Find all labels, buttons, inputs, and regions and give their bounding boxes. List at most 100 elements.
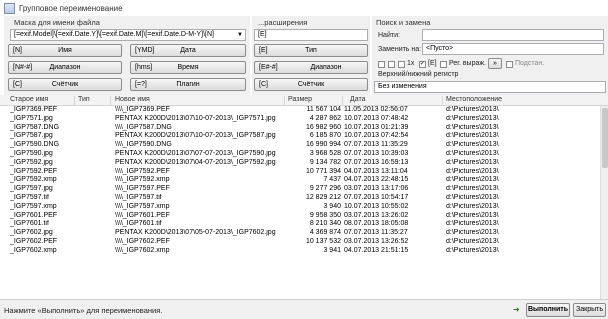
table-row[interactable]: _IGP7597.tif \\\\_IGP7597.tif 12 829 212 07… xyxy=(0,194,600,203)
column-divider[interactable] xyxy=(74,96,75,105)
old-name-cell: _IGP7592.xmp xyxy=(10,176,57,184)
once-label: 1x xyxy=(407,60,415,67)
run-button[interactable]: Выполнить xyxy=(526,303,570,317)
date-cell: 07.07.2013 10:54:17 xyxy=(344,193,409,201)
date-cell: 11.05.2013 02:56:07 xyxy=(344,106,408,113)
extension-panel: ...расширения [E] [E] Тип [E#-#] Диапазон … xyxy=(252,16,370,96)
counter-button[interactable]: [C] Счётчик xyxy=(8,78,122,91)
ext-checkbox[interactable]: ✓ xyxy=(419,61,426,68)
extension-panel-title: ...расширения xyxy=(258,18,308,27)
size-cell: 4 369 874 xyxy=(309,229,341,237)
new-name-cell: \\\\_IGP7597.xmp xyxy=(115,202,170,210)
ext-range-button[interactable]: [E#-#] Диапазон xyxy=(254,61,368,74)
date-button[interactable]: [YMD] Дата xyxy=(130,44,246,57)
size-cell: 9 958 350 xyxy=(309,211,341,219)
location-cell: d:\Pictures\2013\ xyxy=(446,167,499,175)
new-name-cell: \\\\_IGP7369.PEF xyxy=(115,106,170,113)
extension-input[interactable]: [E] xyxy=(254,29,368,41)
old-name-cell: _IGP7590.DNG xyxy=(10,141,60,149)
replace-option-checkbox-1[interactable] xyxy=(378,61,385,68)
size-cell: 8 210 340 xyxy=(309,220,341,228)
table-row[interactable]: _IGP7592.jpg PENTAX K200D\2013\07\04-07-2… xyxy=(0,159,600,168)
mask-input[interactable]: [=exif.Model]\[=exif.Date.Y]\[=exif.Date… xyxy=(10,29,246,41)
replace-input[interactable]: <Пусто> xyxy=(422,43,604,55)
date-cell: 10.07.2013 01:21:39 xyxy=(344,123,409,131)
date-cell: 07.07.2013 11:35:27 xyxy=(344,229,408,237)
column-divider[interactable] xyxy=(442,96,443,105)
size-cell: 11 567 104 xyxy=(306,106,341,113)
scrollbar-thumb[interactable] xyxy=(602,108,608,168)
table-row[interactable]: _IGP7369.PEF \\\\_IGP7369.PEF 11 567 104 11… xyxy=(0,106,600,115)
size-cell: 6 185 870 xyxy=(309,132,341,140)
new-name-cell: \\\\_IGP7601.PEF xyxy=(115,211,170,219)
table-row[interactable]: _IGP7587.jpg PENTAX K200D\2013\07\10-07-2… xyxy=(0,132,600,141)
regex-helper-button[interactable]: » xyxy=(488,58,502,69)
table-row[interactable]: _IGP7597.jpg \\\\_IGP7597.PEF 9 277 296 03.… xyxy=(0,185,600,194)
name-button[interactable]: [N] Имя xyxy=(8,44,122,57)
vertical-scrollbar[interactable] xyxy=(600,106,608,299)
date-cell: 04.07.2013 21:51:15 xyxy=(344,246,409,254)
old-name-cell: _IGP7592.PEF xyxy=(10,167,58,175)
table-row[interactable]: _IGP7590.DNG \\\\_IGP7590.DNG 16 990 994 07… xyxy=(0,141,600,150)
new-name-cell: \\\\_IGP7597.PEF xyxy=(115,185,170,193)
table-row[interactable]: _IGP7592.xmp \\\\_IGP7592.xmp 7 437 04.07.2… xyxy=(0,176,600,185)
column-divider[interactable] xyxy=(342,96,343,105)
find-input[interactable] xyxy=(422,29,604,41)
table-row[interactable]: _IGP7601.PEF \\\\_IGP7601.PEF 9 958 350 03.… xyxy=(0,212,600,221)
run-arrow-icon: ➜ xyxy=(513,305,520,314)
date-cell: 03.07.2013 13:26:52 xyxy=(344,237,409,245)
case-select[interactable]: Без изменения xyxy=(374,81,606,93)
size-cell: 12 829 212 xyxy=(305,193,341,201)
chevron-down-icon[interactable]: ▼ xyxy=(237,30,243,40)
column-header-size[interactable]: Размер xyxy=(288,96,312,103)
location-cell: d:\Pictures\2013\ xyxy=(446,106,499,113)
old-name-cell: _IGP7597.xmp xyxy=(10,202,57,210)
type-button[interactable]: [E] Тип xyxy=(254,44,368,57)
table-row[interactable]: _IGP7602.xmp \\\\_IGP7602.xmp 3 941 04.07.2… xyxy=(0,247,600,256)
regex-checkbox[interactable] xyxy=(440,61,447,68)
plugin-button[interactable]: [=?] Плагин xyxy=(130,78,246,91)
table-row[interactable]: _IGP7571.jpg PENTAX K200D\2013\07\10-07-2… xyxy=(0,115,600,124)
column-divider[interactable] xyxy=(110,96,111,105)
table-row[interactable]: _IGP7601.tif \\\\_IGP7601.tif 8 210 340 08.… xyxy=(0,220,600,229)
old-name-cell: _IGP7592.jpg xyxy=(10,158,53,166)
column-header-old-name[interactable]: Старое имя xyxy=(10,96,48,103)
new-name-cell: PENTAX K200D\2013\07\07-07-2013\_IGP7590… xyxy=(115,149,276,157)
column-header-type[interactable]: Тип xyxy=(78,96,90,103)
once-checkbox[interactable] xyxy=(398,61,405,68)
replace-option-checkbox-2[interactable] xyxy=(388,61,395,68)
new-name-cell: PENTAX K200D\2013\07\10-07-2013\_IGP7587… xyxy=(115,132,276,140)
close-button[interactable]: Закрыть xyxy=(573,303,606,317)
column-header-location[interactable]: Местоположение xyxy=(446,96,502,103)
file-list-header: Старое имя Тип Новое имя Размер Дата Мес… xyxy=(0,95,608,106)
new-name-cell: \\\\_IGP7601.tif xyxy=(115,220,162,228)
old-name-cell: _IGP7369.PEF xyxy=(10,106,58,113)
name-range-button[interactable]: [N#-#] Диапазон xyxy=(8,61,122,74)
size-cell: 9 277 296 xyxy=(309,185,341,193)
find-label: Найти: xyxy=(378,32,400,39)
location-cell: d:\Pictures\2013\ xyxy=(446,193,499,201)
time-button[interactable]: [hms] Время xyxy=(130,61,246,74)
table-row[interactable]: _IGP7597.xmp \\\\_IGP7597.xmp 3 940 10.07.2… xyxy=(0,203,600,212)
column-header-date[interactable]: Дата xyxy=(350,96,366,103)
search-panel-title: Поиск и замена xyxy=(376,18,431,27)
column-divider[interactable] xyxy=(284,96,285,105)
file-list: Старое имя Тип Новое имя Размер Дата Мес… xyxy=(0,95,608,299)
date-cell: 07.07.2013 16:59:13 xyxy=(344,158,409,166)
ext-counter-button[interactable]: [C] Счётчик xyxy=(254,78,368,91)
table-row[interactable]: _IGP7602.jpg PENTAX K200D\2013\07\05-07-2… xyxy=(0,229,600,238)
new-name-cell: PENTAX K200D\2013\07\10-07-2013\_IGP7571… xyxy=(115,114,276,122)
location-cell: d:\Pictures\2013\ xyxy=(446,211,499,219)
table-row[interactable]: _IGP7587.DNG \\\\_IGP7587.DNG 16 982 960 10… xyxy=(0,124,600,133)
location-cell: d:\Pictures\2013\ xyxy=(446,246,499,254)
mask-panel: Маска для имени файла [=exif.Model]\[=ex… xyxy=(4,16,250,96)
table-row[interactable]: _IGP7592.PEF \\\\_IGP7592.PEF 10 771 394 04… xyxy=(0,168,600,177)
table-row[interactable]: _IGP7590.jpg PENTAX K200D\2013\07\07-07-2… xyxy=(0,150,600,159)
table-row[interactable]: _IGP7602.PEF \\\\_IGP7602.PEF 10 137 532 03… xyxy=(0,238,600,247)
new-name-cell: \\\\_IGP7602.PEF xyxy=(115,237,170,245)
new-name-cell: \\\\_IGP7597.tif xyxy=(115,193,162,201)
old-name-cell: _IGP7602.jpg xyxy=(10,229,53,237)
substitute-checkbox[interactable] xyxy=(506,61,513,68)
column-header-new-name[interactable]: Новое имя xyxy=(115,96,150,103)
file-rows: _IGP7369.PEF \\\\_IGP7369.PEF 11 567 104 11… xyxy=(0,106,600,256)
